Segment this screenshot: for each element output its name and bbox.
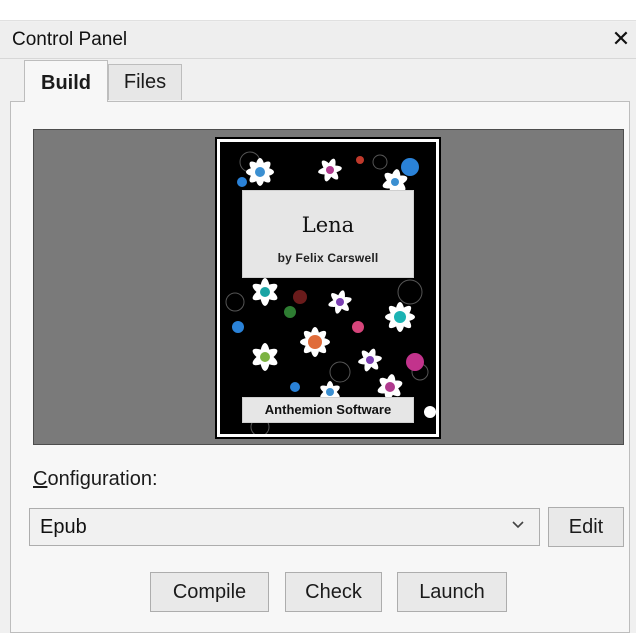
cover-title-box: Lena by Felix Carswell [242,190,414,278]
configuration-select[interactable]: Epub [29,508,540,546]
chevron-down-icon[interactable] [511,517,525,536]
configuration-accelerator: C [33,468,48,490]
top-strip [0,0,636,21]
cover-title: Lena [301,213,355,237]
configuration-label: Configuration: [33,468,158,491]
tab-build[interactable]: Build [24,60,108,102]
cover-flower-pattern [220,142,436,434]
control-panel-window: Control Panel ✕ Build Files Lena by Feli… [0,0,636,633]
cover-author: by Felix Carswell [277,251,379,265]
tab-files[interactable]: Files [108,64,182,100]
window-title: Control Panel [12,29,128,50]
book-cover-image: Lena by Felix Carswell Anthemion Softwar… [215,137,441,439]
title-bar: Control Panel ✕ [0,22,636,59]
configuration-label-text: onfiguration: [47,468,158,490]
configuration-value: Epub [40,516,87,538]
tab-bar: Build Files [0,60,636,102]
compile-button[interactable]: Compile [150,572,269,612]
cover-publisher: Anthemion Software [242,397,414,423]
launch-button[interactable]: Launch [397,572,507,612]
close-icon[interactable]: ✕ [608,26,634,52]
check-button[interactable]: Check [285,572,382,612]
edit-button[interactable]: Edit [548,507,624,547]
